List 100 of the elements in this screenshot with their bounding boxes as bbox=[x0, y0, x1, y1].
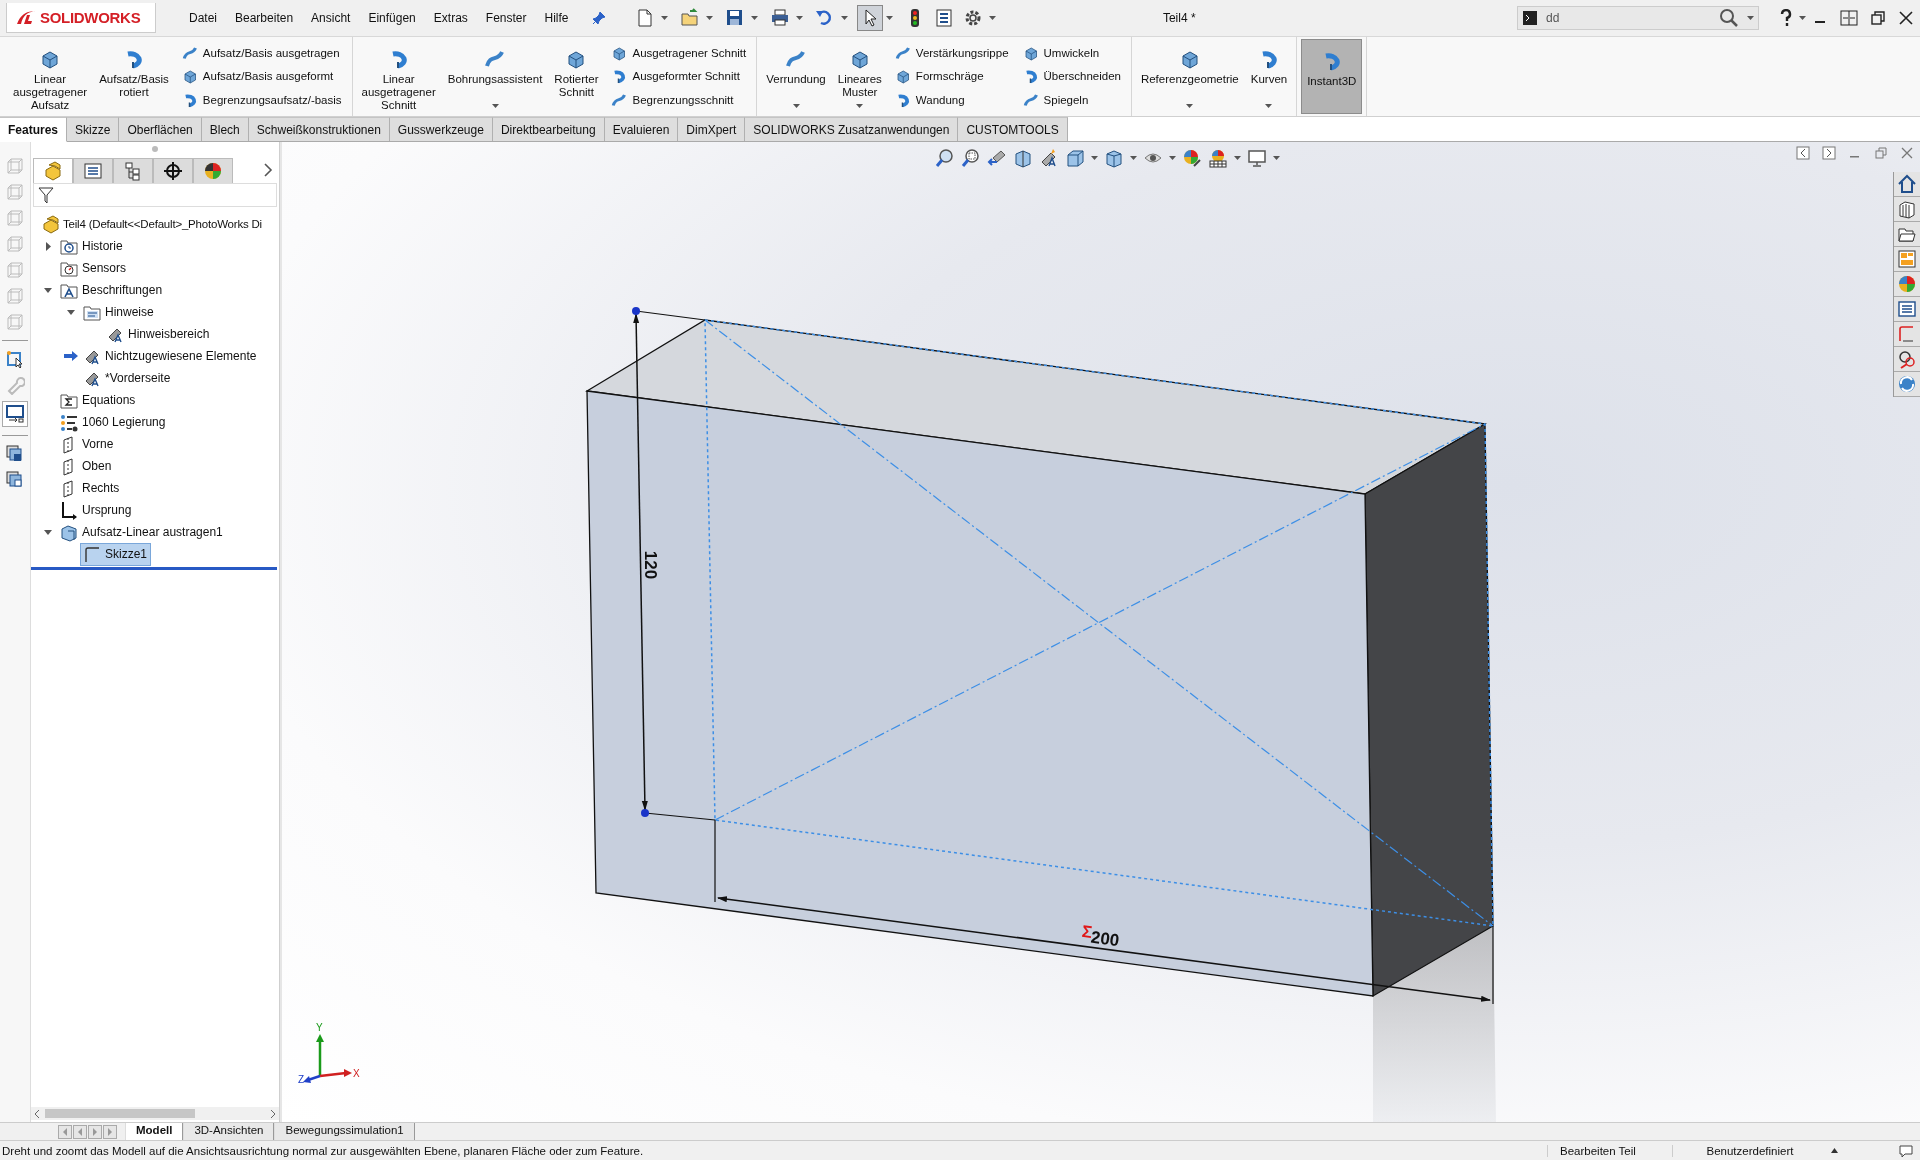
ribbon-button[interactable]: Rotierter Schnitt bbox=[549, 39, 604, 114]
panel-grip[interactable] bbox=[152, 146, 158, 152]
caret-icon[interactable] bbox=[1799, 16, 1806, 20]
caret-icon[interactable] bbox=[792, 104, 800, 108]
ribbon-button[interactable]: Ausgeformter Schnitt bbox=[609, 67, 749, 86]
scroll-right-icon[interactable] bbox=[269, 1108, 277, 1119]
caret-icon[interactable] bbox=[1747, 16, 1754, 20]
dynamic-annotation-icon[interactable] bbox=[1039, 148, 1059, 168]
fit-window-icon[interactable] bbox=[1840, 10, 1858, 26]
monitor-icon[interactable] bbox=[1247, 148, 1267, 168]
sketch-point[interactable] bbox=[632, 307, 640, 315]
caret-icon[interactable] bbox=[885, 16, 893, 20]
edit-appearance-icon[interactable] bbox=[1182, 148, 1202, 168]
tree-item[interactable]: 1060 Legierung bbox=[57, 410, 170, 434]
task-pane-tab[interactable] bbox=[1894, 172, 1920, 197]
command-tab[interactable]: Direktbearbeitung bbox=[492, 117, 605, 141]
unit-system-label[interactable]: Benutzerdefiniert bbox=[1672, 1144, 1827, 1157]
menu-item[interactable]: Hilfe bbox=[535, 11, 578, 25]
ribbon-button[interactable]: Begrenzungsaufsatz/-basis bbox=[179, 91, 344, 110]
command-tab[interactable]: Oberflächen bbox=[119, 117, 202, 141]
tree-item[interactable]: Oben bbox=[57, 454, 116, 478]
menu-item[interactable]: Extras bbox=[424, 11, 477, 25]
command-tab[interactable]: Features bbox=[0, 117, 68, 142]
search-field[interactable]: dd bbox=[1517, 6, 1759, 30]
ribbon-button[interactable]: Referenzgeometrie bbox=[1135, 39, 1244, 114]
scroll-thumb[interactable] bbox=[45, 1109, 195, 1118]
search-icon[interactable] bbox=[1719, 8, 1739, 28]
display-style-icon[interactable] bbox=[1104, 148, 1124, 168]
command-tab[interactable]: Evaluieren bbox=[604, 117, 679, 141]
chevron-right-icon[interactable] bbox=[263, 163, 273, 177]
menu-item[interactable]: Ansicht bbox=[302, 11, 360, 25]
collapsed-icon[interactable] bbox=[43, 241, 53, 251]
ribbon-button[interactable]: Instant3D bbox=[1301, 39, 1363, 114]
tree-item[interactable]: Hinweise bbox=[80, 300, 158, 324]
menu-item[interactable]: Fenster bbox=[476, 11, 536, 25]
dimension-value[interactable]: 120 bbox=[640, 550, 660, 580]
model-tab[interactable]: Bewegungssimulation1 bbox=[274, 1123, 415, 1140]
tree-item[interactable]: Sensors bbox=[57, 256, 131, 280]
ribbon-button[interactable]: Spiegeln bbox=[1020, 91, 1123, 110]
previous-icon[interactable] bbox=[1796, 146, 1810, 160]
caret-icon[interactable] bbox=[750, 16, 758, 20]
ribbon-button[interactable]: Umwickeln bbox=[1020, 43, 1123, 62]
ribbon-button[interactable]: Begrenzungsschnitt bbox=[609, 91, 749, 110]
tree-item[interactable]: Historie bbox=[57, 234, 127, 258]
tree-item[interactable]: Vorne bbox=[57, 432, 118, 456]
caret-icon[interactable] bbox=[1273, 156, 1280, 160]
command-tab[interactable]: Skizze bbox=[67, 117, 120, 141]
ribbon-button[interactable]: Linear ausgetragener Schnitt bbox=[356, 39, 441, 114]
caret-icon[interactable] bbox=[840, 16, 848, 20]
caret-icon[interactable] bbox=[1186, 104, 1194, 108]
caret-icon[interactable] bbox=[1091, 156, 1098, 160]
restore-icon[interactable] bbox=[1870, 10, 1886, 26]
filter-field[interactable] bbox=[33, 183, 277, 207]
ribbon-button[interactable]: Bohrungsassistent bbox=[442, 39, 548, 114]
display-pane-button[interactable] bbox=[2, 401, 28, 427]
model-tab[interactable]: 3D-Ansichten bbox=[183, 1123, 275, 1140]
ribbon-button[interactable]: Überschneiden bbox=[1020, 67, 1123, 86]
tree-item[interactable]: Equations bbox=[57, 388, 140, 412]
command-tab[interactable]: Gusswerkzeuge bbox=[389, 117, 493, 141]
ribbon-button[interactable]: Verstärkungsrippe bbox=[892, 43, 1011, 62]
caret-icon[interactable] bbox=[1169, 156, 1176, 160]
caret-icon[interactable] bbox=[795, 16, 803, 20]
menu-item[interactable]: Einfügen bbox=[359, 11, 425, 25]
next-icon[interactable] bbox=[1822, 146, 1836, 160]
scroll-left-icon[interactable] bbox=[33, 1108, 41, 1119]
command-tab[interactable]: CUSTOMTOOLS bbox=[958, 117, 1068, 141]
menu-item[interactable]: Datei bbox=[180, 11, 226, 25]
sketch-lines[interactable] bbox=[704, 319, 1494, 927]
layered-window-icon[interactable] bbox=[5, 470, 25, 490]
previous-view-icon[interactable] bbox=[987, 148, 1007, 168]
pointer-button[interactable] bbox=[856, 5, 883, 31]
layered-window-icon[interactable] bbox=[5, 444, 25, 464]
tree-item[interactable]: Hinweisbereich bbox=[103, 322, 214, 346]
tree-item[interactable]: Beschriftungen bbox=[57, 278, 167, 302]
caret-icon[interactable] bbox=[856, 104, 864, 108]
menu-item[interactable]: Bearbeiten bbox=[226, 11, 303, 25]
zoom-area-icon[interactable] bbox=[961, 148, 981, 168]
horizontal-scrollbar[interactable] bbox=[31, 1107, 279, 1120]
zoom-to-fit-icon[interactable] bbox=[935, 148, 955, 168]
panel-tab[interactable] bbox=[153, 157, 193, 183]
command-tab[interactable]: DimXpert bbox=[678, 117, 746, 141]
caret-icon[interactable] bbox=[491, 104, 499, 108]
caret-icon[interactable] bbox=[1234, 156, 1241, 160]
ribbon-button[interactable]: Wandung bbox=[892, 91, 1011, 110]
ribbon-button[interactable]: Aufsatz/Basis rotiert bbox=[94, 39, 174, 114]
caret-icon[interactable] bbox=[1265, 104, 1273, 108]
ribbon-button[interactable]: Ausgetragener Schnitt bbox=[609, 43, 749, 62]
tree-item[interactable]: *Vorderseite bbox=[80, 366, 175, 390]
sketch-cursor-icon[interactable] bbox=[5, 349, 25, 369]
tree-item[interactable]: Rechts bbox=[57, 476, 124, 500]
tree-item[interactable]: Teil4 (Default<<Default>_PhotoWorks Di bbox=[39, 212, 263, 236]
pin-icon[interactable] bbox=[591, 11, 606, 25]
caret-icon[interactable] bbox=[705, 16, 713, 20]
section-view-icon[interactable] bbox=[1013, 148, 1033, 168]
ribbon-button[interactable]: Verrundung bbox=[761, 39, 831, 114]
tree-item[interactable]: Ursprung bbox=[57, 498, 136, 522]
command-tab[interactable]: Blech bbox=[201, 117, 249, 141]
close-icon[interactable] bbox=[1898, 10, 1914, 26]
expanded-icon[interactable] bbox=[66, 307, 76, 317]
caret-up-icon[interactable] bbox=[1831, 1148, 1838, 1153]
